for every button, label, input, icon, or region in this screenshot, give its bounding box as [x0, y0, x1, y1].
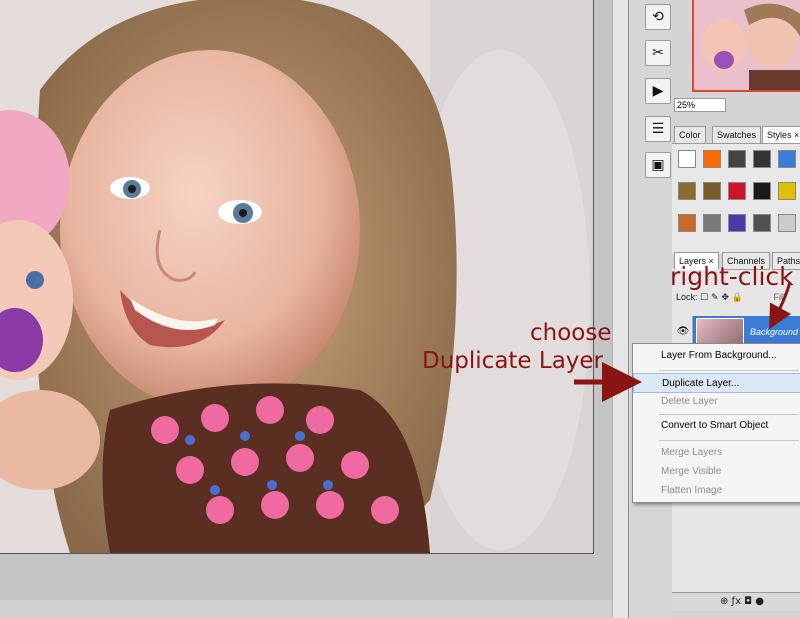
style-swatch[interactable]	[728, 214, 746, 232]
style-swatch[interactable]	[703, 182, 721, 200]
style-swatch[interactable]	[678, 182, 696, 200]
style-swatch[interactable]	[778, 214, 796, 232]
navigator-thumbnail[interactable]	[692, 0, 800, 92]
annotation-duplicate-layer: Duplicate Layer	[422, 348, 604, 374]
photo-image	[0, 0, 594, 554]
menu-item-duplicate-layer[interactable]: Duplicate Layer...	[633, 373, 800, 393]
annotation-right-click: right-click	[670, 262, 794, 291]
menu-item-delete-layer[interactable]: Delete Layer	[633, 392, 800, 412]
tab-styles[interactable]: Styles ×	[762, 126, 800, 144]
style-swatch[interactable]	[728, 150, 746, 168]
style-swatch[interactable]	[753, 214, 771, 232]
info-icon[interactable]: ☰	[645, 116, 671, 142]
horizontal-scrollbar[interactable]	[0, 600, 612, 618]
footer-icons[interactable]: ⊕ ƒx ◘ ●	[720, 596, 764, 607]
style-swatch[interactable]	[778, 150, 796, 168]
history-icon[interactable]: ⟲	[645, 4, 671, 30]
menu-separator	[659, 440, 799, 441]
style-swatch[interactable]	[728, 182, 746, 200]
style-swatch[interactable]	[678, 214, 696, 232]
tools-icon[interactable]: ✂	[645, 40, 671, 66]
style-swatch[interactable]	[703, 214, 721, 232]
tab-color[interactable]: Color	[674, 126, 706, 144]
actions-icon[interactable]: ▶	[645, 78, 671, 104]
fill-label: Fill	[773, 292, 786, 302]
tab-swatches[interactable]: Swatches	[712, 126, 762, 144]
menu-item-flatten-image[interactable]: Flatten Image	[633, 481, 800, 501]
animation-icon[interactable]: ▣	[645, 152, 671, 178]
lock-row: Lock: ☐ ✎ ✥ 🔒 Fill	[676, 292, 785, 303]
style-swatch[interactable]	[678, 150, 696, 168]
styles-swatch-grid	[672, 143, 800, 254]
menu-separator	[659, 370, 799, 371]
style-swatch[interactable]	[703, 150, 721, 168]
panel-column: 25% Color Swatches Styles × Layers × Cha…	[672, 0, 800, 618]
annotation-choose: choose	[530, 320, 612, 346]
photo-illustration	[0, 0, 593, 553]
lock-label: Lock:	[676, 292, 698, 302]
style-swatch[interactable]	[753, 182, 771, 200]
menu-item-merge-layers[interactable]: Merge Layers	[633, 443, 800, 463]
lock-icons[interactable]: ☐ ✎ ✥ 🔒	[700, 293, 743, 303]
style-swatch[interactable]	[753, 150, 771, 168]
document-canvas[interactable]	[0, 0, 628, 618]
navigator-preview	[694, 0, 800, 90]
style-swatch[interactable]	[778, 182, 796, 200]
layers-footer-icons[interactable]: ⊕ ƒx ◘ ●	[672, 592, 800, 611]
menu-item-convert-to-smart-object[interactable]: Convert to Smart Object	[633, 416, 800, 436]
menu-item-layer-from-background[interactable]: Layer From Background...	[633, 346, 800, 366]
menu-item-merge-visible[interactable]: Merge Visible	[633, 462, 800, 482]
menu-separator	[659, 414, 799, 415]
panel-icon-dock: ⟲ ✂ ▶ ☰ ▣	[628, 0, 674, 618]
layer-context-menu: Layer From Background... Duplicate Layer…	[632, 343, 800, 503]
navigator-zoom-field[interactable]: 25%	[674, 98, 726, 112]
vertical-scrollbar[interactable]	[612, 0, 628, 618]
